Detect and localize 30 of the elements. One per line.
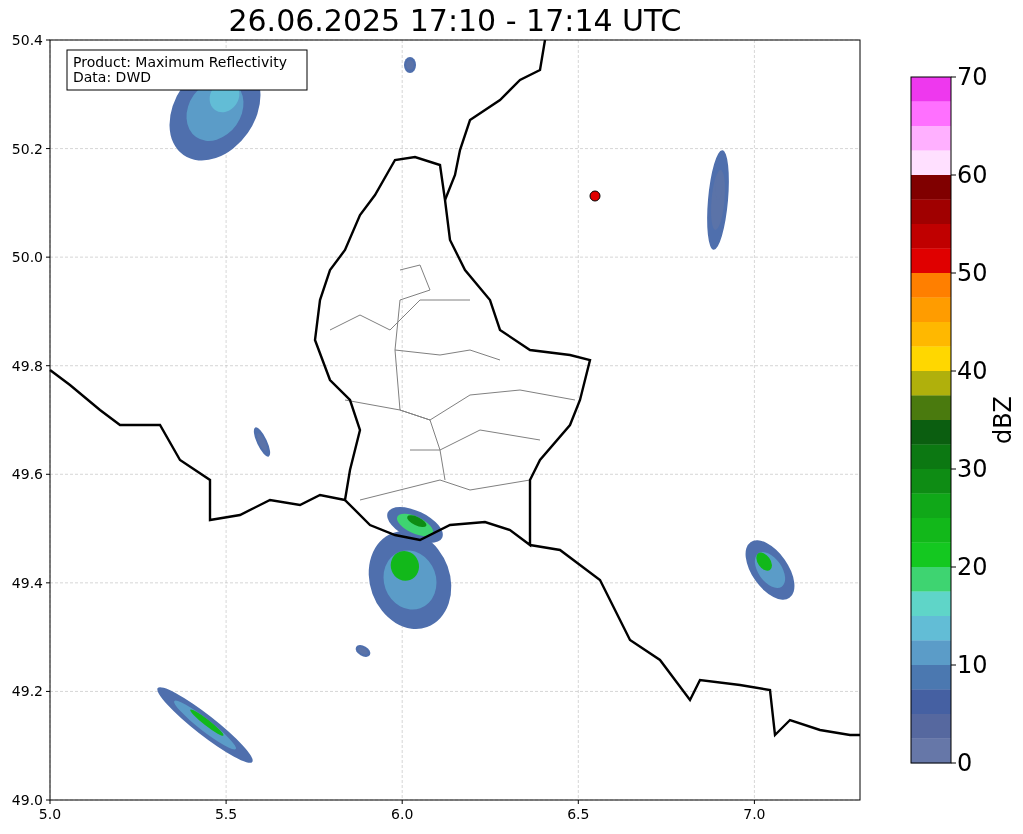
x-tick-label: 5.5 [214,806,238,822]
x-tick-label: 5.0 [38,806,62,822]
radar-echo [253,427,271,457]
colorbar-tick-label: 0 [957,749,973,777]
radar-echo [355,645,371,657]
y-tick-label: 49.0 [11,792,43,808]
y-tick-label: 50.0 [11,249,43,266]
chart-title: 26.06.2025 17:10 - 17:14 UTC [228,3,682,38]
radar-echo [404,57,416,73]
info-text: Data: DWD [73,69,151,85]
x-tick-label: 6.0 [391,806,414,822]
y-tick-label: 49.2 [11,683,43,700]
location-marker [589,190,601,202]
colorbar-tick-label: 50 [957,259,988,287]
colorbar-tick-label: 20 [957,553,988,581]
colorbar-tick-label: 10 [957,651,988,679]
info-text: Product: Maximum Reflectivity [73,54,287,70]
y-tick-label: 50.4 [11,32,43,48]
y-tick-label: 49.6 [11,466,43,483]
radar-echo [745,540,795,600]
y-tick-label: 49.8 [11,357,43,374]
colorbar-tick-label: 40 [957,357,988,385]
x-tick-label: 7.0 [743,806,766,822]
colorbar-tick-label: 60 [957,161,988,189]
colorbar-label: dBZ [989,395,1017,445]
y-tick-label: 50.2 [11,140,43,157]
colorbar-tick-label: 30 [957,455,988,483]
y-tick-label: 49.4 [11,574,43,591]
x-tick-label: 6.5 [567,806,590,822]
colorbar-tick-label: 70 [957,63,988,91]
